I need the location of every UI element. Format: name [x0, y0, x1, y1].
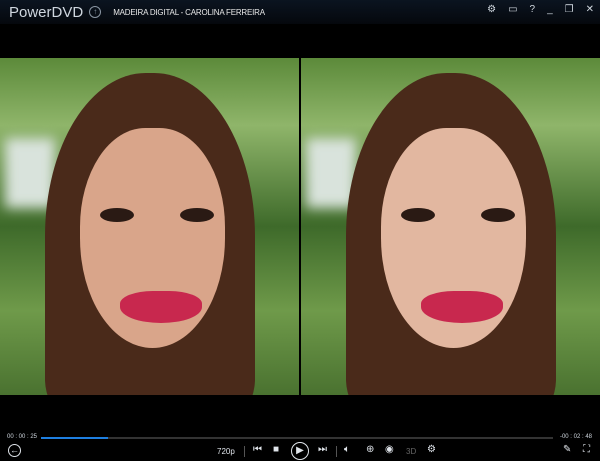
app-logo: PowerDVD	[9, 3, 84, 21]
previous-icon[interactable]: ⏮	[253, 444, 262, 455]
minimize-button[interactable]: _	[547, 4, 553, 15]
media-title: MADEIRA DIGITAL - CAROLINA FERREIRA	[113, 7, 265, 17]
elapsed-time: 00 : 00 : 25	[7, 434, 38, 440]
back-icon[interactable]: ←	[8, 444, 21, 457]
video-area[interactable]	[0, 58, 600, 395]
video-original	[0, 58, 299, 395]
fullscreen-icon[interactable]: ⛶	[583, 444, 590, 455]
remaining-time: -00 : 02 : 48	[559, 434, 592, 440]
progress-track[interactable]	[41, 437, 553, 439]
restore-button[interactable]: ❐	[565, 4, 574, 15]
title-bar: PowerDVD ↑ MADEIRA DIGITAL - CAROLINA FE…	[0, 0, 600, 24]
control-bar: ← 720p ⏮ ■ ▶ ⏭ 🔈︎ ⊕ ◉ 3D ⚙ ✎ ⛶	[0, 442, 600, 461]
pin-icon[interactable]: ✎	[563, 444, 571, 455]
3d-button[interactable]: 3D	[406, 447, 416, 456]
video-enhanced	[301, 58, 600, 395]
zoom-icon[interactable]: ⊕	[366, 444, 374, 455]
volume-icon[interactable]: 🔈︎	[344, 444, 350, 455]
stop-icon[interactable]: ■	[273, 444, 279, 455]
help-button[interactable]: ?	[530, 4, 536, 15]
play-icon[interactable]: ▶	[291, 442, 309, 460]
settings-icon[interactable]: ⚙	[487, 4, 496, 15]
next-icon[interactable]: ⏭	[318, 444, 327, 455]
close-button[interactable]: ✕	[586, 4, 594, 15]
progress-fill	[41, 437, 108, 439]
resolution-label: 720p	[217, 447, 235, 456]
eye-icon[interactable]: ◉	[385, 444, 394, 455]
tv-mode-icon[interactable]: ▭	[508, 4, 517, 15]
effects-icon[interactable]: ⚙	[427, 444, 436, 455]
upgrade-icon[interactable]: ↑	[89, 6, 102, 18]
